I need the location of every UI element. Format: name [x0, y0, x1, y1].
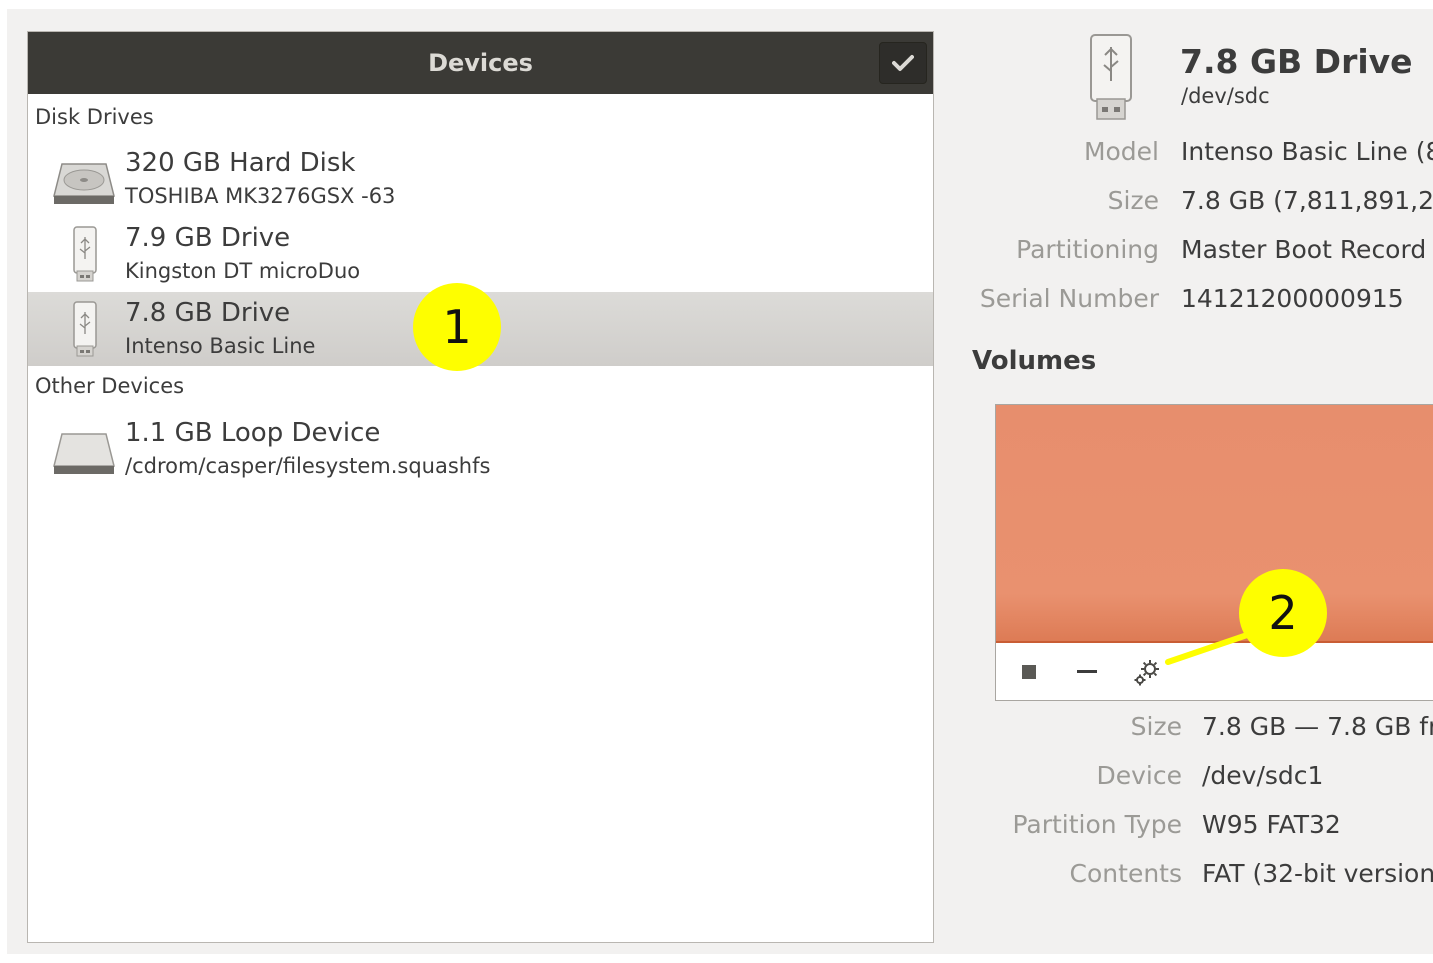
drive-path: /dev/sdc: [1181, 84, 1270, 108]
usb-drive-icon: [1090, 34, 1132, 120]
select-mode-button[interactable]: [879, 42, 927, 84]
stop-icon: [1022, 665, 1036, 679]
device-subtitle: Kingston DT microDuo: [125, 259, 361, 283]
devices-pane: Devices Disk Drives 320 GB Hard Disk TOS…: [27, 31, 934, 943]
partitioning-label: Partitioning: [1016, 235, 1159, 264]
model-label: Model: [1083, 137, 1159, 166]
contents-label: Contents: [1069, 859, 1182, 888]
hard-disk-icon: [53, 163, 115, 204]
device-item-hard-disk[interactable]: 320 GB Hard Disk TOSHIBA MK3276GSX -63: [28, 142, 933, 216]
loop-device-icon: [53, 433, 115, 474]
devices-title: Devices: [428, 49, 533, 77]
stop-button[interactable]: [1014, 657, 1044, 687]
serial-number-value: 14121200000915: [1181, 284, 1404, 313]
callout-1: 1: [413, 283, 501, 371]
volume-device-value: /dev/sdc1: [1202, 761, 1324, 790]
size-value: 7.8 GB (7,811,891,20: [1181, 186, 1433, 215]
device-subtitle: /cdrom/casper/filesystem.squashfs: [125, 454, 491, 478]
callout-2: 2: [1239, 569, 1327, 657]
volume-size-value: 7.8 GB — 7.8 GB fr: [1202, 712, 1433, 741]
size-label: Size: [1107, 186, 1159, 215]
serial-number-label: Serial Number: [979, 284, 1159, 313]
device-item-loop[interactable]: 1.1 GB Loop Device /cdrom/casper/filesys…: [28, 412, 933, 486]
devices-header: Devices: [28, 32, 933, 94]
contents-value: FAT (32-bit version: [1202, 859, 1433, 888]
device-title: 320 GB Hard Disk: [125, 148, 356, 178]
volume-device-label: Device: [1096, 761, 1183, 790]
partitioning-value: Master Boot Record: [1181, 235, 1427, 264]
volume-size-label: Size: [1130, 712, 1182, 741]
usb-drive-icon: [73, 301, 97, 357]
device-title: 7.9 GB Drive: [125, 223, 291, 253]
section-other-devices: Other Devices: [35, 374, 185, 398]
minus-icon: [1077, 670, 1097, 673]
volume-partition-sdc1[interactable]: [996, 405, 1433, 643]
device-title: 1.1 GB Loop Device: [125, 418, 381, 448]
usb-drive-icon: [73, 226, 97, 282]
device-item-kingston[interactable]: 7.9 GB Drive Kingston DT microDuo: [28, 217, 933, 291]
section-disk-drives: Disk Drives: [35, 105, 154, 129]
delete-partition-button[interactable]: [1072, 657, 1102, 687]
partition-type-label: Partition Type: [1012, 810, 1182, 839]
device-subtitle: TOSHIBA MK3276GSX -63: [125, 184, 396, 208]
volumes-heading: Volumes: [972, 346, 1097, 376]
device-title: 7.8 GB Drive: [125, 298, 291, 328]
partition-type-value: W95 FAT32: [1202, 810, 1341, 839]
model-value: Intenso Basic Line (8: [1181, 137, 1433, 166]
drive-title: 7.8 GB Drive: [1180, 42, 1413, 81]
checkmark-icon: [892, 55, 914, 71]
device-subtitle: Intenso Basic Line: [125, 334, 316, 358]
